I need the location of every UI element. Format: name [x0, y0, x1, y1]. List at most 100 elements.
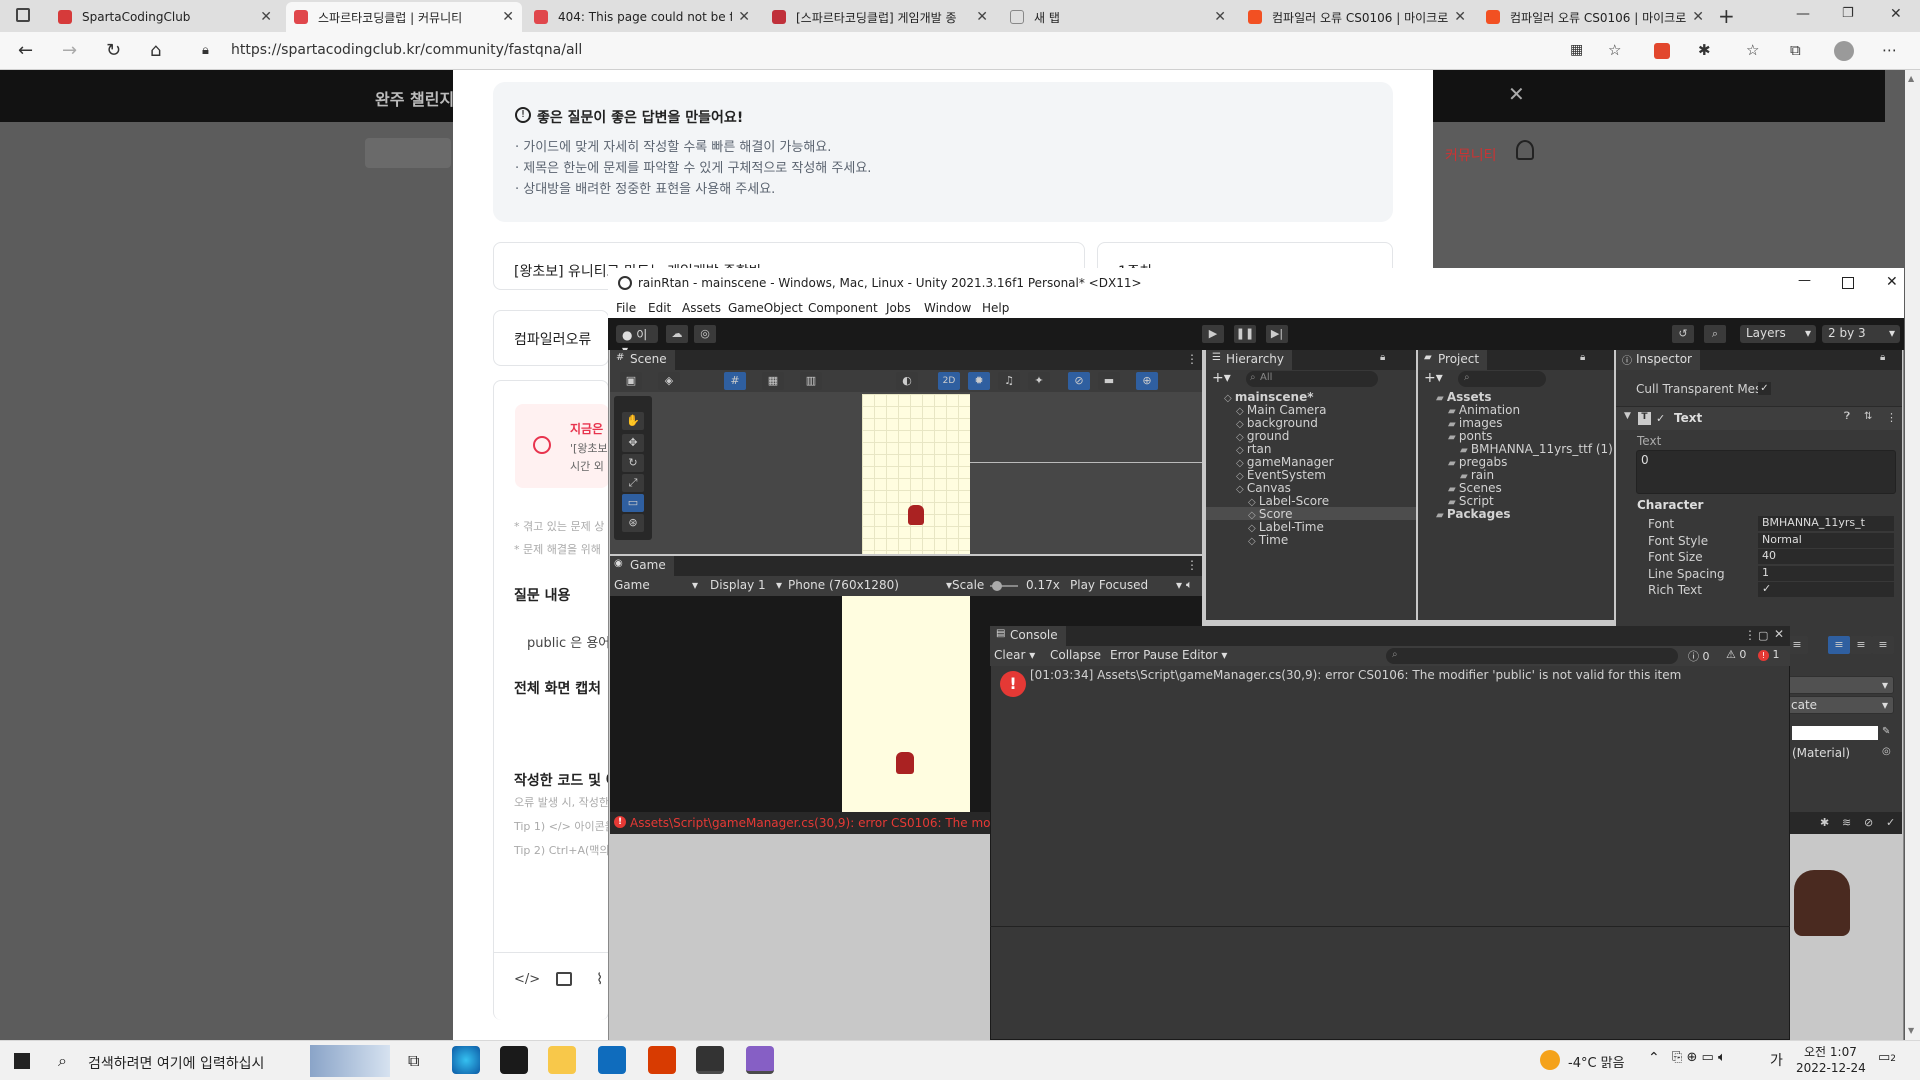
maximize-icon[interactable]	[1842, 277, 1854, 289]
scene-view-canvas[interactable]	[862, 394, 970, 554]
audio-mute-icon[interactable]: 🔈︎	[1186, 578, 1193, 592]
hierarchy-item[interactable]: ◇ ground	[1206, 429, 1416, 443]
console-search-input[interactable]: ⌕	[1386, 648, 1678, 664]
search-highlights-image[interactable]	[310, 1045, 390, 1077]
search-icon[interactable]: ⌕	[1704, 325, 1726, 343]
browser-tab[interactable]: [스파르타코딩클럽] 게임개발 종 ✕	[764, 2, 996, 32]
nav-community[interactable]: 커뮤니티	[1445, 145, 1497, 165]
cull-checkbox[interactable]: ✓	[1758, 382, 1771, 395]
play-icon[interactable]: ▶	[1202, 325, 1224, 343]
console-errorpause-toggle[interactable]: Error Pause	[1110, 648, 1178, 662]
search-icon[interactable]: ⌕	[58, 1051, 67, 1071]
component-enabled-checkbox[interactable]: ✓	[1656, 412, 1665, 425]
property-value[interactable]: ✓	[1758, 582, 1894, 597]
tab-game[interactable]: ◉ Game	[610, 556, 674, 576]
bug-icon[interactable]: ✱	[1820, 816, 1829, 829]
close-icon[interactable]: ✕	[1774, 627, 1784, 641]
file-explorer-icon[interactable]	[548, 1046, 576, 1074]
scale-tool-icon[interactable]: ⤢	[622, 474, 644, 492]
project-item[interactable]: ▰ Script	[1418, 494, 1614, 508]
hierarchy-item[interactable]: ◇ Label-Time	[1206, 520, 1416, 534]
menu-edit[interactable]: Edit	[648, 301, 671, 315]
hierarchy-item[interactable]: ◇ Main Camera	[1206, 403, 1416, 417]
grid-snap-icon[interactable]: #	[724, 372, 746, 390]
hierarchy-item[interactable]: ◇ mainscene*	[1206, 390, 1416, 404]
profile-avatar[interactable]	[1834, 41, 1854, 61]
project-item[interactable]: ▰ rain	[1418, 468, 1614, 482]
camera-icon[interactable]: ▬	[1098, 372, 1120, 390]
browser-tab[interactable]: 컴파일러 오류 CS0106 | 마이크로 ✕	[1240, 2, 1474, 32]
check-icon[interactable]: ✓	[1886, 816, 1895, 829]
weather-text[interactable]: -4°C 맑음	[1568, 1052, 1625, 1071]
fx-icon[interactable]: ✦	[1028, 372, 1050, 390]
add-icon[interactable]: +▾	[1212, 370, 1231, 386]
rotate-tool-icon[interactable]: ↻	[622, 454, 644, 472]
forward-icon[interactable]: →	[62, 40, 77, 61]
audio-icon[interactable]: ♫	[998, 372, 1020, 390]
menu-icon[interactable]: ⋯	[1882, 41, 1897, 59]
console-log-entry[interactable]: ! [01:03:34] Assets\Script\gameManager.c…	[990, 666, 1790, 698]
unity-hub-icon[interactable]	[696, 1046, 724, 1074]
rtan-sprite[interactable]	[908, 505, 924, 525]
reload-icon[interactable]: ↻	[106, 40, 121, 61]
scroll-up-icon[interactable]: ▲	[1908, 74, 1914, 83]
hidden-objects-icon[interactable]: ⊘	[1068, 372, 1090, 390]
browser-tab-active[interactable]: 스파르타코딩클럽 | 커뮤니티 ✕	[286, 2, 522, 32]
hierarchy-item[interactable]: ◇ Canvas	[1206, 481, 1416, 495]
property-value[interactable]: 40	[1758, 549, 1894, 564]
menu-gameobject[interactable]: GameObject	[728, 301, 803, 315]
menu-file[interactable]: File	[616, 301, 636, 315]
browser-tab[interactable]: SpartaCodingClub ✕	[50, 2, 280, 32]
home-icon[interactable]: ⌂	[150, 40, 161, 61]
console-collapse-toggle[interactable]: Collapse	[1050, 648, 1101, 662]
warning-count[interactable]: ⚠ 0	[1726, 648, 1746, 661]
rect-tool-icon[interactable]: ▭	[622, 494, 644, 512]
browser-tab[interactable]: 컴파일러 오류 CS0106 | 마이크로 ✕	[1478, 2, 1712, 32]
overflow-dropdown[interactable]: ▾	[1784, 676, 1894, 694]
display-dropdown[interactable]: Display 1 ▾	[710, 578, 782, 592]
cloud-icon[interactable]: ☁	[666, 325, 688, 343]
image-icon[interactable]	[556, 972, 572, 986]
question-text[interactable]: public 은 용어	[527, 632, 610, 651]
more-icon[interactable]: ⋮	[1186, 352, 1198, 366]
collections-icon[interactable]: ⧉	[1790, 41, 1801, 59]
eyedropper-icon[interactable]: ✎	[1882, 726, 1890, 737]
transform-tool-icon[interactable]: ⊛	[622, 514, 644, 532]
close-icon[interactable]: ✕	[1508, 82, 1525, 106]
lock-icon[interactable]: 🔒︎	[1580, 352, 1585, 363]
menu-jobs[interactable]: Jobs	[886, 301, 911, 315]
office-icon[interactable]	[648, 1046, 676, 1074]
log-count[interactable]: ⓘ 0	[1688, 648, 1710, 664]
collab-icon[interactable]: ◎	[694, 325, 716, 343]
account-dropdown[interactable]: ● 이 ▾	[616, 325, 658, 357]
project-item[interactable]: ▰ Packages	[1418, 507, 1614, 521]
tab-project[interactable]: ▰ Project	[1418, 350, 1488, 370]
layers-dropdown[interactable]: Layers ▾	[1740, 325, 1816, 343]
status-bar[interactable]: ! Assets\Script\gameManager.cs(30,9): er…	[610, 812, 1016, 834]
lock-icon[interactable]: 🔒︎	[1380, 352, 1385, 363]
menu-assets[interactable]: Assets	[682, 301, 721, 315]
clock-time[interactable]: 오전 1:07	[1804, 1043, 1857, 1060]
project-item[interactable]: ▰ ponts	[1418, 429, 1614, 443]
project-item[interactable]: ▰ Assets	[1418, 390, 1614, 404]
align-right-icon[interactable]: ≡	[1850, 636, 1872, 654]
taskbar-search-input[interactable]: 검색하려면 여기에 입력하십시	[88, 1053, 264, 1073]
close-icon[interactable]: ✕	[976, 9, 988, 25]
restore-icon[interactable]: ❐	[1842, 6, 1854, 21]
scale-slider-handle[interactable]	[992, 581, 1002, 591]
hierarchy-search-input[interactable]: ⌕ All	[1246, 371, 1378, 387]
back-icon[interactable]: ←	[18, 40, 33, 61]
2d-toggle[interactable]: 2D	[938, 372, 960, 390]
align-center-icon[interactable]: ≡	[1828, 636, 1850, 654]
hierarchy-item[interactable]: ◇ Score	[1206, 507, 1416, 521]
extensions-icon[interactable]: ✱	[1698, 41, 1711, 59]
layers-icon[interactable]: ≋	[1842, 816, 1851, 829]
close-icon[interactable]: ✕	[260, 9, 272, 25]
history-icon[interactable]: ↺	[1672, 325, 1694, 343]
weather-icon[interactable]	[1540, 1050, 1560, 1070]
add-icon[interactable]: +▾	[1424, 370, 1443, 386]
code-icon[interactable]: </>	[514, 972, 540, 987]
extension-icon[interactable]	[1654, 43, 1670, 59]
move-tool-icon[interactable]: ✥	[622, 434, 644, 452]
step-icon[interactable]: ▶|	[1266, 325, 1288, 343]
